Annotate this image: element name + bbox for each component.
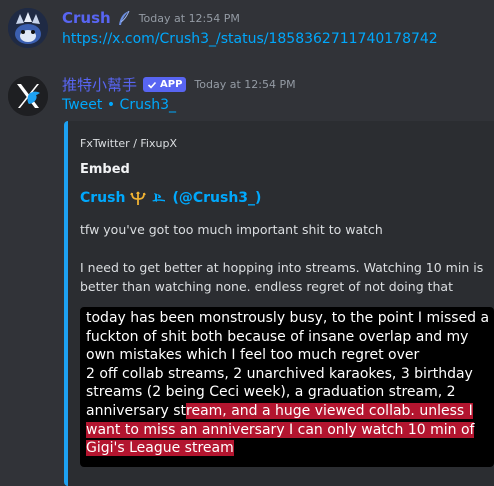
embed-description-line-1: tfw you've got too much important shit t…: [80, 222, 383, 237]
x-twitter-avatar-icon: [8, 76, 48, 116]
status-link[interactable]: https://x.com/Crush3_/status/18583627117…: [62, 31, 438, 47]
bot-avatar[interactable]: [8, 76, 48, 116]
check-icon: [147, 81, 157, 89]
embed-provider[interactable]: FxTwitter / FixupX: [80, 137, 177, 150]
tweet-link[interactable]: Tweet • Crush3_: [62, 97, 176, 113]
embed-author[interactable]: Crush (@Crush3_): [80, 190, 261, 206]
embed-description-line-2: I need to get better at hopping into str…: [80, 260, 484, 294]
tweet-embed: FxTwitter / FixupX Embed Crush (@Crush3_…: [64, 121, 494, 486]
embed-image[interactable]: today has been monstrously busy, to the …: [80, 307, 494, 467]
embed-author-handle[interactable]: (@Crush3_): [172, 190, 261, 206]
author-name[interactable]: Crush: [62, 9, 111, 27]
timestamp[interactable]: Today at 12:54 PM: [194, 78, 295, 91]
feather-icon: [118, 10, 130, 25]
embed-image-text: today has been monstrously busy, to the …: [86, 309, 490, 458]
message-1: Crush Today at 12:54 PM https://x.com/Cr…: [0, 0, 494, 60]
trident-icon: [130, 191, 147, 205]
author-name[interactable]: 推特小幫手: [62, 74, 137, 95]
image-paragraph-1: today has been monstrously busy, to the …: [86, 310, 490, 364]
playstation-icon: [152, 193, 166, 202]
app-badge: APP: [143, 77, 187, 92]
user-avatar[interactable]: [8, 8, 48, 48]
embed-title: Embed: [80, 162, 130, 177]
embed-description: tfw you've got too much important shit t…: [80, 220, 485, 296]
timestamp[interactable]: Today at 12:54 PM: [139, 12, 240, 25]
blue-creature-avatar-icon: [8, 8, 48, 48]
app-badge-label: APP: [160, 79, 183, 90]
embed-author-name[interactable]: Crush: [80, 190, 125, 206]
image-paragraph-2: 2 off collab streams, 2 unarchived karao…: [86, 365, 490, 458]
